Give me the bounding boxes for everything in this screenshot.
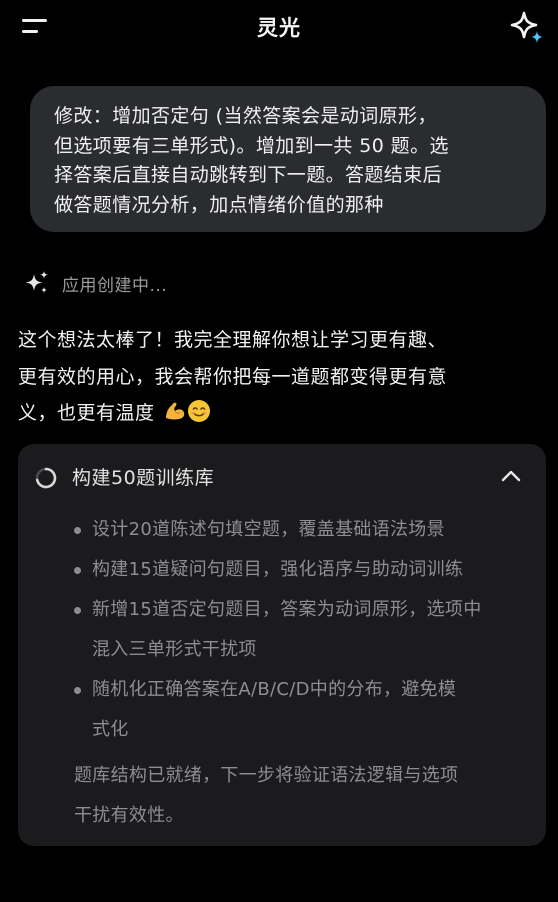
task-step-text: 随机化正确答案在A/B/C/D中的分布，避免模 bbox=[92, 679, 457, 700]
task-step: 新增15道否定句题目，答案为动词原形，选项中 混入三单形式干扰项 bbox=[74, 590, 542, 670]
status-text: 应用创建中... bbox=[62, 275, 168, 296]
flexed-biceps-emoji-icon bbox=[165, 402, 184, 420]
assistant-reply: 这个想法太棒了！我完全理解你想让学习更有趣、 更有效的用心，我会帮你把每一道题都… bbox=[18, 322, 543, 432]
page-title: 灵光 bbox=[257, 16, 301, 40]
task-summary-line: 干扰有效性。 bbox=[74, 805, 184, 826]
sparkles-icon bbox=[25, 271, 48, 293]
task-step-text: 构建15道疑问句题目，强化语序与助动词训练 bbox=[92, 559, 464, 580]
task-step: 随机化正确答案在A/B/C/D中的分布，避免模 式化 bbox=[74, 670, 542, 750]
smiling-face-emoji-icon bbox=[187, 400, 210, 422]
chevron-up-icon[interactable] bbox=[500, 468, 522, 484]
chat-screen: 灵光 修改：增加否定句 (当然答案会是动词原形， 但选项要有三单形式)。增加到一… bbox=[0, 0, 558, 902]
task-step-text: 混入三单形式干扰项 bbox=[92, 639, 257, 660]
generation-status: 应用创建中... bbox=[24, 268, 167, 298]
task-card-header[interactable]: 构建50题训练库 bbox=[18, 444, 546, 510]
task-title: 构建50题训练库 bbox=[72, 467, 215, 489]
task-step: 设计20道陈述句填空题，覆盖基础语法场景 bbox=[74, 510, 542, 550]
top-bar: 灵光 bbox=[0, 0, 558, 56]
task-step-list: 设计20道陈述句填空题，覆盖基础语法场景 构建15道疑问句题目，强化语序与助动词… bbox=[74, 510, 542, 750]
task-step-text: 新增15道否定句题目，答案为动词原形，选项中 bbox=[92, 599, 482, 620]
user-message-line: 但选项要有三单形式)。增加到一共 50 题。选 bbox=[54, 134, 449, 157]
new-chat-button[interactable] bbox=[508, 10, 546, 46]
user-message-bubble: 修改：增加否定句 (当然答案会是动词原形， 但选项要有三单形式)。增加到一共 5… bbox=[30, 86, 546, 232]
reply-line: 这个想法太棒了！我完全理解你想让学习更有趣、 bbox=[18, 329, 448, 351]
user-message-line: 做答题情况分析，加点情绪价值的那种 bbox=[54, 193, 384, 216]
task-summary-line: 题库结构已就绪，下一步将验证语法逻辑与选项 bbox=[74, 765, 459, 786]
task-step-text: 式化 bbox=[92, 719, 129, 740]
task-step: 构建15道疑问句题目，强化语序与助动词训练 bbox=[74, 550, 542, 590]
task-summary: 题库结构已就绪，下一步将验证语法逻辑与选项 干扰有效性。 bbox=[74, 756, 458, 836]
sparkle-icon bbox=[510, 11, 543, 43]
user-message-line: 择答案后直接自动跳转到下一题。答题结束后 bbox=[54, 164, 443, 186]
user-message-text: 修改：增加否定句 (当然答案会是动词原形， 但选项要有三单形式)。增加到一共 5… bbox=[54, 102, 526, 220]
reply-line-text: 义，也更有温度 bbox=[18, 402, 155, 424]
task-step-text: 设计20道陈述句填空题，覆盖基础语法场景 bbox=[92, 519, 445, 540]
reply-line: 更有效的用心，我会帮你把每一道题都变得更有意 bbox=[18, 365, 448, 388]
loading-spinner-icon bbox=[35, 467, 57, 489]
user-message-line: 修改：增加否定句 (当然答案会是动词原形， bbox=[54, 105, 437, 127]
reply-line-last: 义，也更有温度 bbox=[18, 395, 543, 432]
